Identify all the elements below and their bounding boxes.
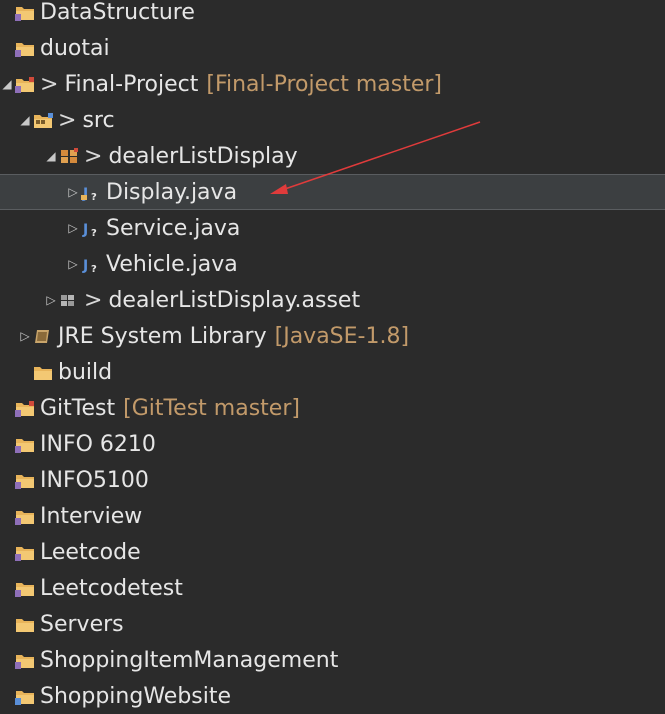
dirty-prefix: > <box>40 71 59 97</box>
collapse-toggle[interactable]: ▷ <box>18 329 32 343</box>
tree-item-dealerlistdisplay-asset[interactable]: ▷ > dealerListDisplay.asset <box>0 282 665 318</box>
project-explorer-tree: DataStructure duotai ◢ > Final-Project [Fi… <box>0 0 665 709</box>
project-folder-icon <box>14 470 36 490</box>
jre-decoration: [JavaSE-1.8] <box>274 323 410 349</box>
tree-item-label: Leetcodetest <box>40 575 183 601</box>
tree-item-datastructure[interactable]: DataStructure <box>0 0 665 30</box>
tree-item-label: DataStructure <box>40 0 195 25</box>
tree-item-label: > dealerListDisplay <box>84 144 298 169</box>
svg-text:?: ? <box>91 264 97 274</box>
tree-item-leetcodetest[interactable]: Leetcodetest <box>0 570 665 606</box>
project-folder-icon <box>14 434 36 454</box>
tree-item-label: INFO5100 <box>40 467 149 493</box>
project-folder-icon <box>14 578 36 598</box>
expand-toggle[interactable]: ◢ <box>0 77 14 91</box>
tree-item-src[interactable]: ◢ > src <box>0 102 665 138</box>
folder-icon <box>32 362 54 382</box>
source-folder-icon <box>32 110 54 130</box>
collapse-toggle[interactable]: ▷ <box>66 221 80 235</box>
tree-item-build[interactable]: build <box>0 354 665 390</box>
collapse-toggle[interactable]: ▷ <box>66 257 80 271</box>
svg-text:?: ? <box>91 192 97 202</box>
project-folder-icon <box>14 38 36 58</box>
tree-item-shoppingwebsite[interactable]: ShoppingWebsite <box>0 678 665 714</box>
project-folder-icon <box>14 686 36 706</box>
java-file-icon: J? <box>80 218 102 238</box>
git-project-icon <box>14 398 36 418</box>
tree-item-duotai[interactable]: duotai <box>0 30 665 66</box>
expand-toggle[interactable]: ◢ <box>18 113 32 127</box>
tree-item-service-java[interactable]: ▷ J? Service.java <box>0 210 665 246</box>
java-file-icon: J? <box>80 254 102 274</box>
project-folder-icon <box>14 614 36 634</box>
item-name: dealerListDisplay <box>108 143 298 169</box>
tree-item-vehicle-java[interactable]: ▷ J? Vehicle.java <box>0 246 665 282</box>
tree-item-shoppingitemmanagement[interactable]: ShoppingItemManagement <box>0 642 665 678</box>
collapse-toggle[interactable]: ▷ <box>44 293 58 307</box>
item-name: Final-Project <box>64 71 199 97</box>
tree-item-interview[interactable]: Interview <box>0 498 665 534</box>
package-icon <box>58 146 80 166</box>
project-folder-icon <box>14 650 36 670</box>
svg-text:?: ? <box>91 228 97 238</box>
tree-item-label: Leetcode <box>40 539 141 565</box>
repo-decoration: [GitTest master] <box>123 395 300 421</box>
tree-item-servers[interactable]: Servers <box>0 606 665 642</box>
svg-text:J: J <box>82 258 88 274</box>
tree-item-leetcode[interactable]: Leetcode <box>0 534 665 570</box>
package-icon <box>58 290 80 310</box>
library-icon <box>32 326 54 346</box>
tree-item-label: Interview <box>40 503 143 529</box>
tree-item-gittest[interactable]: GitTest [GitTest master] <box>0 390 665 426</box>
tree-item-label: INFO 6210 <box>40 431 156 457</box>
tree-item-final-project[interactable]: ◢ > Final-Project [Final-Project master] <box>0 66 665 102</box>
item-name: GitTest <box>40 395 116 421</box>
collapse-toggle[interactable]: ▷ <box>66 185 80 199</box>
tree-item-label: Display.java <box>106 179 238 205</box>
tree-item-info-6210[interactable]: INFO 6210 <box>0 426 665 462</box>
tree-item-label: Vehicle.java <box>106 251 238 277</box>
dirty-prefix: > <box>84 287 103 313</box>
item-name: JRE System Library <box>58 323 267 349</box>
item-name: src <box>82 107 115 133</box>
tree-item-label: build <box>58 359 113 385</box>
tree-item-label: ShoppingWebsite <box>40 683 232 709</box>
tree-item-label: JRE System Library [JavaSE-1.8] <box>58 324 409 349</box>
tree-item-label: ShoppingItemManagement <box>40 647 339 673</box>
tree-item-label: > src <box>58 108 115 133</box>
repo-decoration: [Final-Project master] <box>206 71 443 97</box>
project-folder-icon <box>14 542 36 562</box>
tree-item-dealerlistdisplay[interactable]: ◢ > dealerListDisplay <box>0 138 665 174</box>
tree-item-label: GitTest [GitTest master] <box>40 396 300 421</box>
dirty-prefix: > <box>84 143 103 169</box>
tree-item-jre-system-library[interactable]: ▷ JRE System Library [JavaSE-1.8] <box>0 318 665 354</box>
expand-toggle[interactable]: ◢ <box>44 149 58 163</box>
item-name: dealerListDisplay.asset <box>108 287 361 313</box>
tree-item-label: > Final-Project [Final-Project master] <box>40 72 442 97</box>
project-folder-icon <box>14 506 36 526</box>
tree-item-label: duotai <box>40 35 110 61</box>
tree-item-label: Service.java <box>106 215 241 241</box>
tree-item-info5100[interactable]: INFO5100 <box>0 462 665 498</box>
dirty-prefix: > <box>58 107 77 133</box>
tree-item-label: > dealerListDisplay.asset <box>84 288 360 313</box>
project-folder-icon <box>14 2 36 22</box>
git-project-icon <box>14 74 36 94</box>
tree-item-display-java[interactable]: ▷ J? Display.java <box>0 174 665 210</box>
java-file-icon: J? <box>80 182 102 202</box>
svg-text:J: J <box>82 222 88 238</box>
tree-item-label: Servers <box>40 611 124 637</box>
